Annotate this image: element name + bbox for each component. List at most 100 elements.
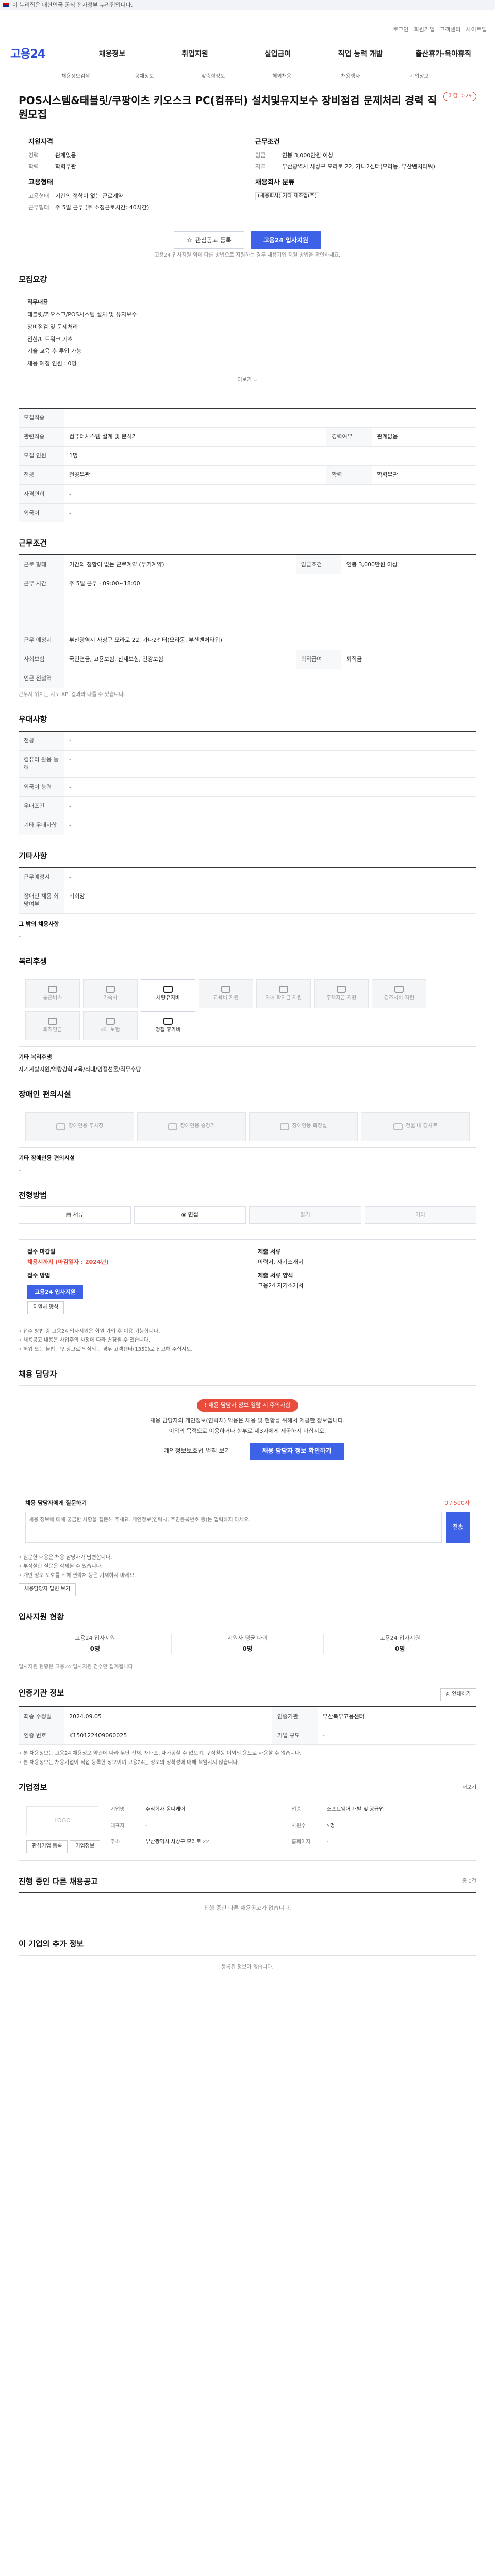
company-logo: LOGO (26, 1806, 98, 1836)
util-help[interactable]: 고객센터 (440, 26, 460, 34)
req-table-section: 모집직종 관련직종 컴퓨터시스템 설계 및 분석가 경력여부 관계없음 모집 인원 1명… (19, 407, 476, 523)
view-answers-button[interactable]: 채용담당자 답변 보기 (19, 1583, 76, 1596)
contact-section: 채용 담당자 ! 채용 담당자 정보 열람 시 주의사항 채용 담당자의 개인정… (19, 1369, 476, 1477)
nav-training[interactable]: 직업 능력 개발 (319, 49, 402, 59)
view-contact-button[interactable]: 채용 담당자 정보 확인하기 (249, 1442, 344, 1460)
pref-section: 우대사항 전공 - 컴퓨터 활용 능력 - 외국어 능력 - 우대조건 - 기타 우대사… (19, 714, 476, 835)
star-icon: ☆ (187, 236, 192, 244)
nav-unemployment[interactable]: 실업급여 (236, 49, 319, 59)
restroom-icon (279, 1123, 289, 1130)
save-company-button[interactable]: 관심기업 등록 (26, 1840, 68, 1853)
apply-section: 접수 마감일 채용시까지 (마감일자 : 2024년) 접수 방법 고용24 입… (19, 1239, 476, 1353)
welfare-icon (337, 985, 346, 993)
util-signup[interactable]: 회원가입 (414, 26, 435, 34)
welfare-item: 자녀 학자금 지원 (256, 979, 311, 1008)
welfare-icon (221, 985, 230, 993)
welfare-item: 차량유지비 (141, 979, 195, 1008)
warning-pill: ! 채용 담당자 정보 열람 시 주의사항 (197, 1399, 298, 1412)
question-input[interactable] (25, 1511, 442, 1543)
detail-section: 인증기관 정보 ⎙ 인쇄하기 최종 수정일 2024.09.05 인증기관 부산북부고용… (19, 1686, 476, 1767)
disab-elevator: 장애인용 승강기 (137, 1112, 246, 1141)
stats-section: 입사지원 현황 고용24 입사지원 0명 지원자 평균 나이 0명 고용24 입사지… (19, 1612, 476, 1671)
job-title-area: POS시스템&태블릿/쿠팡이츠 키오스크 PC(컴퓨터) 설치및유지보수 장비점… (19, 83, 476, 129)
send-question-button[interactable]: 전송 (446, 1511, 470, 1543)
save-job-button[interactable]: ☆ 관심공고 등록 (174, 231, 244, 249)
site-logo[interactable]: 고용24 (10, 46, 45, 63)
company-section: 기업정보 더보기 LOGO 관심기업 등록 기업정보 기업명 주식회사 옴니케어 업… (19, 1782, 476, 1861)
welfare-item: 통근버스 (25, 979, 80, 1008)
gov-banner: 이 누리집은 대한민국 공식 전자정부 누리집입니다. (0, 0, 495, 10)
welfare-icon (394, 985, 404, 993)
apply-online-button[interactable]: 고용24 입사지원 (27, 1285, 83, 1299)
welfare-icon (163, 1017, 173, 1025)
utility-bar: 로그인 회원가입 고객센터 사이트맵 (0, 10, 495, 38)
step-written: 필기 (249, 1206, 361, 1224)
alert-icon: ! (204, 1401, 207, 1409)
privacy-law-button[interactable]: 개인정보보호법 벌칙 보기 (151, 1442, 243, 1460)
document-icon: ▤ (65, 1211, 72, 1218)
welfare-item: 명절 휴가비 (141, 1011, 195, 1040)
company-more-link[interactable]: 더보기 (462, 1784, 476, 1792)
interview-icon: ◉ (181, 1211, 187, 1218)
subnav-public[interactable]: 공채정보 (110, 73, 178, 81)
subnav-overseas[interactable]: 해외채용 (248, 73, 316, 81)
nav-support[interactable]: 취업지원 (154, 49, 237, 59)
print-icon: ⎙ (446, 1691, 450, 1698)
summary-category-heading: 채용회사 분류 (255, 178, 295, 187)
util-sitemap[interactable]: 사이트맵 (466, 26, 487, 34)
other-jobs-section: 진행 중인 다른 채용공고 총 0건 진행 중인 다른 채용공고가 없습니다. (19, 1876, 476, 1924)
util-login[interactable]: 로그인 (393, 26, 408, 34)
subnav-company[interactable]: 기업정보 (385, 73, 454, 81)
nav-leave[interactable]: 출산휴가·육아휴직 (402, 49, 485, 59)
apply-button[interactable]: 고용24 입사지원 (250, 231, 321, 249)
subnav-custom[interactable]: 맞춤형정보 (179, 73, 248, 81)
ramp-icon (393, 1123, 403, 1130)
summary-conditions-heading: 근무조건 (255, 138, 280, 146)
chevron-down-icon: ⌄ (253, 377, 258, 383)
disab-parking: 장애인용 주차장 (25, 1112, 134, 1141)
company-info-button[interactable]: 기업정보 (70, 1840, 101, 1853)
welfare-item: 4대 보험 (83, 1011, 138, 1040)
welfare-item: 기숙사 (83, 979, 138, 1008)
disab-section: 장애인 편의시설 장애인용 주차장 장애인용 승강기 장애인용 화장실 건물 내… (19, 1089, 476, 1175)
elevator-icon (168, 1123, 177, 1130)
welfare-icon (279, 985, 288, 993)
apply-note: 고용24 입사지원 외에 다른 방법으로 지원하는 경우 채용기업 지원 방법을… (154, 252, 341, 259)
step-etc: 기타 (364, 1206, 476, 1224)
work-section: 근무조건 근로 형태 기간의 정함이 없는 근로계약 (무기계약) 임금조건 연봉 3… (19, 538, 476, 699)
welfare-section: 복리후생 통근버스 기숙사 차량유지비 교육비 지원 자녀 학자금 지원 주택자금 지원 경… (19, 956, 476, 1074)
selection-section: 전형방법 ▤ 서류 ◉ 면접 필기 기타 (19, 1190, 476, 1224)
welfare-icon (48, 1017, 57, 1025)
summary-employment-heading: 고용형태 (28, 178, 53, 187)
welfare-item: 퇴직연금 (25, 1011, 80, 1040)
nav-jobs[interactable]: 채용정보 (71, 49, 154, 59)
welfare-icon (106, 1017, 115, 1025)
company-extra-section: 이 기업의 추가 정보 등록된 정보가 없습니다. (19, 1939, 476, 1980)
etc-section: 기타사항 근무예정시 - 장애인 채용 희망여부 비희망 그 밖의 채용사항 - (19, 851, 476, 941)
disab-restroom: 장애인용 화장실 (249, 1112, 358, 1141)
sub-nav: 채용정보검색 공채정보 맞춤형정보 해외채용 채용행사 기업정보 (0, 71, 495, 83)
recruit-section: 모집요강 직무내용 태블릿/키오스크/POS시스템 설치 및 유지보수 장비점검… (19, 274, 476, 392)
step-interview: ◉ 면접 (134, 1206, 246, 1224)
summary-qualification-heading: 지원자격 (28, 138, 53, 146)
welfare-item: 주택자금 지원 (314, 979, 369, 1008)
welfare-icon (163, 985, 173, 993)
welfare-icon (48, 985, 57, 993)
gov-banner-text: 이 누리집은 대한민국 공식 전자정부 누리집입니다. (12, 1, 133, 8)
main-nav: 고용24 채용정보 취업지원 실업급여 직업 능력 개발 출산휴가·육아휴직 (0, 38, 495, 71)
disab-ramp: 건물 내 경사로 (361, 1112, 470, 1141)
form-download-button[interactable]: 지원서 양식 (27, 1301, 64, 1314)
welfare-item: 경조사비 지원 (372, 979, 426, 1008)
qa-section: 채용 담당자에게 질문하기0 / 500자 전송 질문한 내용은 채용 담당자가… (19, 1492, 476, 1596)
welfare-item: 교육비 지원 (199, 979, 253, 1008)
step-document: ▤ 서류 (19, 1206, 131, 1224)
welfare-icon (106, 985, 115, 993)
subnav-search[interactable]: 채용정보검색 (41, 73, 110, 81)
korea-flag-icon (3, 3, 9, 7)
subnav-events[interactable]: 채용행사 (316, 73, 385, 81)
deadline-badge: 마감 D-29 (443, 92, 476, 101)
parking-icon (56, 1123, 65, 1130)
more-button[interactable]: 더보기 ⌄ (27, 372, 468, 384)
print-button[interactable]: ⎙ 인쇄하기 (440, 1688, 476, 1701)
job-title: POS시스템&태블릿/쿠팡이츠 키오스크 PC(컴퓨터) 설치및유지보수 장비점… (19, 94, 437, 121)
